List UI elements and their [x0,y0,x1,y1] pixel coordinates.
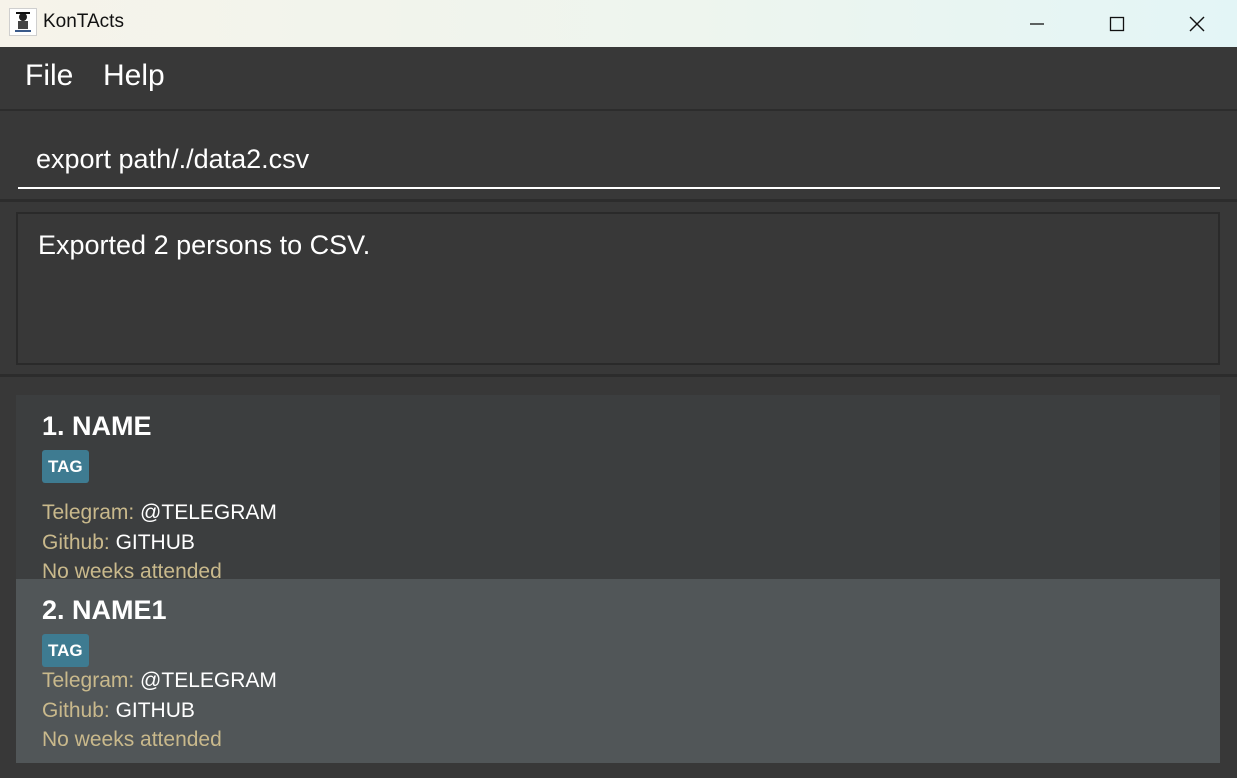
command-input[interactable] [18,131,1220,189]
person-card[interactable]: 1. NAME TAG Telegram: @TELEGRAM Github: … [16,395,1220,583]
maximize-icon [1109,16,1125,31]
github-value: GITHUB [115,531,195,554]
telegram-value: @TELEGRAM [140,501,277,524]
menu-file[interactable]: File [25,59,73,93]
person-name: 1. NAME [42,411,152,441]
command-box [0,111,1237,199]
github-label: Github: [42,531,110,554]
menu-help[interactable]: Help [103,59,165,93]
github-line: Github: GITHUB [42,699,195,723]
divider [0,199,1237,202]
weeks-attended: No weeks attended [42,728,222,751]
tag-badge: TAG [42,450,89,483]
telegram-label: Telegram: [42,669,135,692]
close-button[interactable] [1157,0,1237,47]
maximize-button[interactable] [1077,0,1157,47]
minimize-icon [1030,22,1044,25]
telegram-line: Telegram: @TELEGRAM [42,501,277,525]
window-title: KonTActs [43,11,124,32]
telegram-line: Telegram: @TELEGRAM [42,669,277,693]
tag-badge: TAG [42,634,89,667]
close-icon [1189,16,1205,31]
github-label: Github: [42,699,110,722]
result-display[interactable]: Exported 2 persons to CSV. [16,212,1220,365]
person-card[interactable]: 2. NAME1 TAG Telegram: @TELEGRAM Github:… [16,579,1220,763]
divider [0,374,1237,377]
result-message: Exported 2 persons to CSV. [38,230,371,260]
person-name: 2. NAME1 [42,595,167,625]
app-logo-icon [9,8,37,36]
menu-bar: File Help [0,47,1237,111]
minimize-button[interactable] [997,0,1077,47]
github-line: Github: GITHUB [42,531,195,555]
telegram-value: @TELEGRAM [140,669,277,692]
github-value: GITHUB [115,699,195,722]
title-bar: KonTActs [0,0,1237,47]
person-list[interactable]: 1. NAME TAG Telegram: @TELEGRAM Github: … [0,378,1237,778]
telegram-label: Telegram: [42,501,135,524]
